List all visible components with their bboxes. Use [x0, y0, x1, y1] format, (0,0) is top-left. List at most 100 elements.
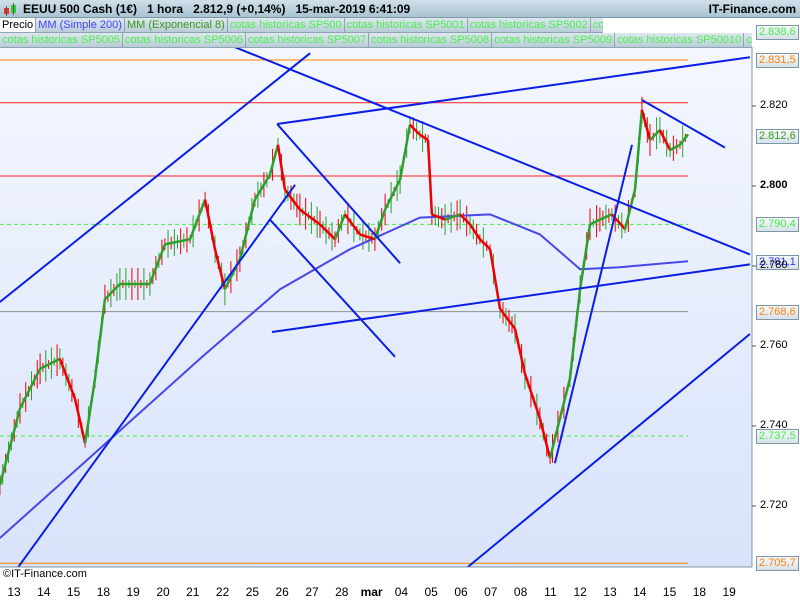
ema8-segment [148, 243, 167, 285]
ema8-segment [589, 218, 601, 226]
x-tick-label: 26 [275, 585, 289, 599]
indicator-tab[interactable]: cotas historicas SP5002 [467, 18, 591, 33]
indicator-tab[interactable]: cotas historicas SP500 [227, 18, 345, 33]
ema8-segment [488, 248, 502, 310]
candlestick-logo-icon [4, 3, 16, 16]
ema8-segment [444, 213, 461, 221]
x-tick-label: 27 [305, 585, 319, 599]
ema8-segment [0, 408, 22, 486]
ema8-segment [359, 233, 376, 241]
trendline [231, 47, 751, 256]
indicator-tabs-row-2: cotas historicas SP5005 cotas historicas … [0, 33, 752, 48]
ema8-segment [568, 289, 582, 379]
ema8-segment [283, 188, 301, 211]
ema8-segment [599, 213, 613, 221]
ema8-segment [610, 213, 627, 231]
ma200-line [0, 213, 689, 539]
ema8-segment [669, 143, 681, 152]
price-label: 2.812,6 [756, 128, 799, 144]
trendline [553, 144, 633, 464]
brand-label: IT-Finance.com [708, 2, 796, 16]
trendline [271, 263, 751, 333]
x-tick-label: 13 [7, 585, 21, 599]
trendline [269, 218, 396, 358]
ema8-segment [623, 189, 637, 230]
indicator-tab[interactable]: Precio [0, 18, 37, 33]
ema8-segment [538, 418, 552, 459]
indicator-tab[interactable]: cotas historicas SP5005 [0, 33, 124, 48]
ema8-segment [640, 109, 652, 141]
ema8-segment [39, 357, 61, 370]
y-tick-label: 2.740 [760, 419, 788, 431]
x-tick-label: 11 [544, 585, 557, 599]
trendline [466, 333, 751, 567]
indicator-tab[interactable]: cotas historicas SP5007 [246, 33, 370, 48]
indicator-tab[interactable]: cotas historicas SP50011 [744, 33, 752, 48]
ema8-segment [83, 378, 97, 444]
x-tick-label: 28 [335, 585, 349, 599]
ema8-segment [479, 238, 491, 251]
indicator-tabs-row-1: Precio MM (Simple 200) MM (Exponencial 8) c… [0, 18, 603, 33]
x-tick-label: 05 [424, 585, 438, 599]
indicator-tab[interactable]: cotas historicas SP5003 [590, 18, 603, 33]
ema8-segment [649, 129, 661, 141]
indicator-tab[interactable]: cotas historicas SP5001 [344, 18, 468, 33]
x-tick-label: 13 [603, 585, 617, 599]
ema8-segment [679, 133, 690, 146]
ema8-segment [499, 308, 516, 330]
ema8-segment [468, 223, 481, 240]
level-label: 2.768,6 [756, 304, 799, 320]
trendline [276, 56, 751, 125]
trendline [0, 52, 311, 303]
x-tick-label: 04 [394, 585, 409, 599]
trendline [17, 184, 296, 567]
ema8-segment [578, 224, 592, 290]
x-tick-label: 07 [484, 585, 498, 599]
y-tick-label: 2.780 [760, 259, 788, 271]
price-label: 2.838,6 [756, 24, 799, 40]
indicator-tab[interactable]: cotas historicas SP5006 [123, 33, 247, 48]
x-tick-label: 25 [245, 585, 260, 599]
x-tick-label: 14 [633, 585, 647, 599]
x-tick-label: 15 [66, 585, 81, 599]
ema8-segment [58, 358, 77, 399]
x-tick-label: 12 [573, 585, 587, 599]
ema8-segment [104, 283, 121, 301]
ema8-segment [164, 237, 191, 246]
ema8-segment [459, 213, 471, 226]
y-tick-label: 2.820 [760, 99, 788, 111]
y-tick-label: 2.800 [760, 179, 788, 191]
x-tick-label: 21 [186, 585, 200, 599]
ema8-segment [373, 209, 387, 240]
x-tick-label: 18 [96, 585, 111, 599]
ema8-segment [409, 123, 421, 136]
indicator-tab[interactable]: MM (Simple 200) [36, 18, 125, 33]
indicator-tab[interactable]: cotas historicas SP5009 [492, 33, 616, 48]
level-label: 2.831,5 [756, 53, 799, 68]
trendline [276, 123, 401, 264]
indicator-tab[interactable]: cotas historicas SP5008 [369, 33, 493, 48]
ema8-segment [426, 139, 434, 215]
ema8-segment [513, 328, 527, 374]
ema8-segment [523, 373, 542, 419]
x-tick-label: 19 [126, 585, 140, 599]
plot-background [0, 47, 752, 567]
indicator-tab[interactable]: cotas historicas SP50010 [615, 33, 745, 48]
ema8-segment [223, 258, 242, 290]
ema8-segment [548, 438, 557, 459]
ema8-segment [319, 223, 336, 241]
ema8-segment [253, 174, 271, 201]
price-chart[interactable] [0, 0, 800, 600]
indicator-tab[interactable]: MM (Exponencial 8) [124, 18, 228, 33]
ema8-segment [73, 398, 87, 444]
level-label: 2.790,4 [756, 217, 799, 233]
ema8-segment [188, 199, 207, 240]
x-tick-label: 22 [215, 585, 230, 599]
ema8-segment [553, 378, 572, 439]
y-tick-label: 2.760 [760, 339, 788, 351]
level-label: 2.705,7 [756, 556, 799, 572]
x-tick-label: 20 [156, 585, 170, 599]
copyright-label: ©IT-Finance.com [3, 568, 87, 580]
x-tick-label: 06 [454, 585, 468, 599]
ema8-segment [431, 213, 446, 221]
